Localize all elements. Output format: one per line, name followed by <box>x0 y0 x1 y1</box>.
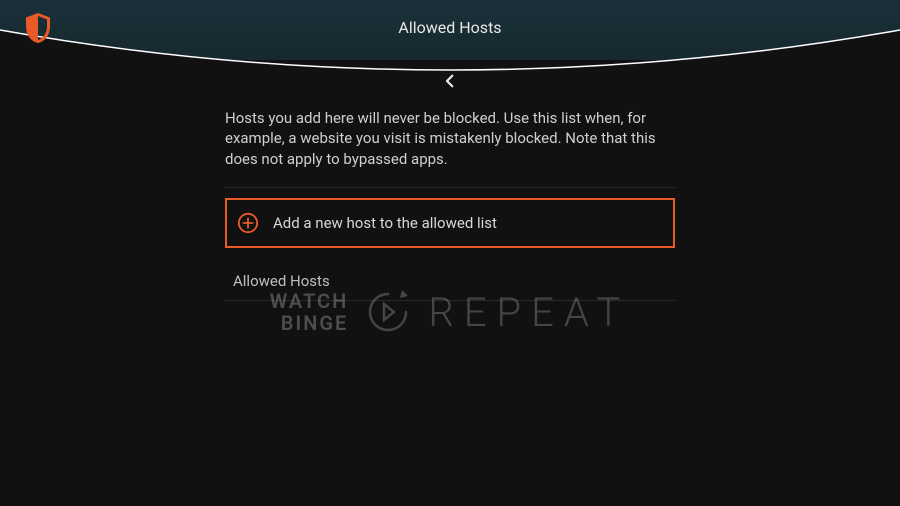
add-host-label: Add a new host to the allowed list <box>273 214 497 232</box>
chevron-left-icon <box>441 72 459 94</box>
add-host-button[interactable]: Add a new host to the allowed list <box>225 198 675 248</box>
plus-circle-icon <box>237 212 259 234</box>
divider <box>225 187 675 188</box>
back-button[interactable] <box>0 72 900 94</box>
page-title: Allowed Hosts <box>0 18 900 37</box>
description-text: Hosts you add here will never be blocked… <box>225 108 675 169</box>
divider <box>225 300 675 301</box>
watermark-binge: BINGE <box>270 312 349 334</box>
main-content: Hosts you add here will never be blocked… <box>225 108 675 301</box>
section-heading: Allowed Hosts <box>225 262 675 300</box>
